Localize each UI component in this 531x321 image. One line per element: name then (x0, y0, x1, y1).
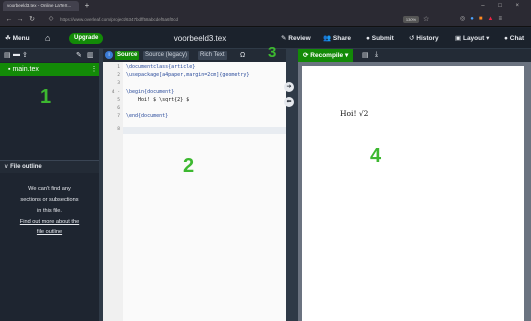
reload-icon[interactable]: ↻ (27, 12, 37, 27)
logs-icon[interactable]: ▤ (362, 51, 369, 59)
source-mode-button[interactable]: Source (115, 51, 140, 60)
file-name: main.tex (12, 66, 39, 73)
code-line[interactable]: \documentclass{article} (126, 64, 195, 70)
review-icon: ✎ (281, 35, 287, 42)
arrow-right-icon[interactable]: ➔ (284, 82, 294, 92)
history-button[interactable]: ↺ History (409, 28, 439, 49)
outline-help-link[interactable]: Find out more about the (0, 219, 99, 225)
line-number: 3 (117, 81, 120, 86)
history-icon: ↺ (409, 35, 415, 42)
shield-icon[interactable]: ◇ (46, 12, 56, 27)
submit-globe-icon: ● (366, 35, 370, 42)
address-bar[interactable]: https://www.overleaf.com/project/6347bdf… (60, 15, 430, 25)
extension-red-icon[interactable]: ▲ (488, 16, 499, 22)
bookmark-star-icon[interactable]: ☆ (423, 12, 429, 27)
download-icon[interactable]: ⤓ (375, 51, 378, 59)
extension-blue-icon[interactable]: ● (470, 16, 479, 22)
menu-icon[interactable]: ≡ (498, 16, 507, 22)
code-line[interactable]: Hoi! $ \sqrt{2} $ (126, 97, 189, 103)
line-number: 7 (117, 114, 120, 119)
line-number: 6 (117, 106, 120, 111)
annotation-marker-4: 4 (370, 145, 382, 167)
extension-orange-icon[interactable]: ■ (479, 16, 488, 22)
share-button[interactable]: 👥 Share (323, 28, 351, 49)
pdf-rendered-text: Hoi! √2 (340, 109, 369, 118)
file-outline-panel (0, 173, 99, 321)
line-number: 5 (117, 98, 120, 103)
outline-help-link[interactable]: file outline (0, 229, 99, 235)
extension-icons[interactable]: ◎●■▲≡ (460, 12, 507, 27)
new-tab-button[interactable]: + (82, 0, 92, 12)
pdf-page[interactable] (302, 66, 524, 321)
browser-tab-bar (0, 0, 531, 12)
source-legacy-mode-button[interactable]: Source (legacy) (143, 51, 190, 60)
line-number: 4 - (111, 90, 120, 95)
line-number: 2 (117, 73, 120, 78)
rename-icon[interactable]: ✎ (76, 51, 82, 59)
file-icon: ▪ (8, 66, 11, 73)
chat-icon: ● (504, 35, 508, 42)
symbol-palette-button[interactable]: Ω (240, 51, 245, 60)
recompile-button[interactable]: ⟳ Recompile ▾ (298, 49, 354, 62)
review-button[interactable]: ✎ Review (281, 28, 311, 49)
browser-tab[interactable]: voorbeeld3.tex - Online LaTeX... (3, 1, 79, 11)
annotation-marker-2: 2 (183, 155, 195, 177)
window-controls[interactable]: – □ × (481, 0, 525, 12)
file-tree-toolbar: ▤ ▬ ⇪ ✎ ▥ (0, 49, 99, 62)
zoom-badge[interactable]: 130% (403, 16, 419, 23)
recompile-icon: ⟳ (303, 52, 309, 59)
chat-button[interactable]: ● Chat (504, 28, 524, 49)
chevron-down-icon: ▾ (486, 35, 490, 42)
line-number: 1 (117, 65, 120, 70)
upload-icon[interactable]: ⇪ (22, 51, 28, 59)
back-icon[interactable]: ← (4, 12, 14, 27)
code-line[interactable]: \end{document} (126, 113, 168, 119)
outline-empty-text: We can't find any (28, 186, 71, 192)
annotation-marker-3: 3 (268, 44, 277, 61)
file-outline-header[interactable]: ∨ File outline (0, 160, 99, 173)
chevron-down-icon: ∨ (4, 164, 9, 170)
layout-icon: ▣ (455, 35, 462, 42)
code-line[interactable]: \usepackage[a4paper,margin=2cm]{geometry… (126, 72, 249, 78)
share-users-icon: 👥 (323, 35, 332, 42)
new-folder-icon[interactable]: ▬ (13, 51, 20, 58)
annotation-marker-1: 1 (40, 86, 52, 108)
new-file-icon[interactable]: ▤ (4, 51, 11, 59)
code-line[interactable]: \begin{document} (126, 89, 174, 95)
outline-empty-text: in this file. (37, 208, 62, 214)
arrow-left-icon[interactable]: ⬅ (284, 97, 294, 107)
submit-button[interactable]: ● Submit (366, 28, 394, 49)
line-number: 8 (117, 127, 120, 132)
forward-icon[interactable]: → (15, 12, 25, 27)
file-menu-icon[interactable]: ⋮ (90, 63, 98, 76)
outline-empty-text: sections or subsections (20, 197, 79, 203)
active-line-highlight (123, 127, 286, 134)
info-icon[interactable]: i (105, 51, 113, 59)
delete-icon[interactable]: ▥ (87, 51, 94, 59)
layout-button[interactable]: ▣ Layout ▾ (455, 28, 489, 49)
file-tree-item-main[interactable]: ▪ main.tex (0, 63, 99, 76)
rich-text-mode-button[interactable]: Rich Text (198, 51, 227, 60)
pocket-icon[interactable]: ◎ (460, 16, 470, 22)
chevron-down-icon: ▾ (344, 52, 349, 59)
